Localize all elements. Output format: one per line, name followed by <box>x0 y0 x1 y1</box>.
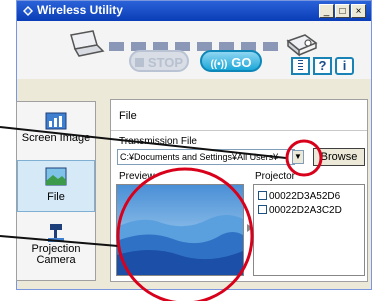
file-panel: File Transmission File C:¥Documents and … <box>110 99 368 282</box>
list-item[interactable]: 00022D2A3C2D <box>258 205 342 216</box>
laptop-icon <box>70 30 105 57</box>
sidebar-item-screen-image[interactable]: Screen Image <box>17 112 95 144</box>
window-title: Wireless Utility <box>37 3 123 17</box>
panel-icon <box>298 60 303 71</box>
sidebar-item-label: Projection Camera <box>31 243 81 266</box>
maximize-button[interactable]: □ <box>335 4 350 18</box>
projector-icon <box>286 34 318 57</box>
projector-list: 00022D3A52D6 00022D2A3C2D <box>253 184 365 276</box>
minimize-button[interactable]: _ <box>319 4 334 18</box>
help-button[interactable]: ? <box>313 57 332 75</box>
transmission-file-label: Transmission File <box>119 136 197 147</box>
close-button[interactable]: × <box>351 4 366 18</box>
stop-icon <box>134 58 144 67</box>
projector-label: Projector <box>255 171 296 182</box>
antenna-icon: ((•)) <box>210 59 228 70</box>
chevron-down-icon: ▼ <box>294 152 302 161</box>
stop-button[interactable]: STOP <box>129 50 189 72</box>
connection-segment <box>263 42 278 51</box>
sidebar-item-file[interactable]: File <box>17 160 95 212</box>
go-label: GO <box>231 55 252 70</box>
preview-label: Preview <box>119 171 155 182</box>
panel-toggle-button[interactable] <box>291 57 310 75</box>
preview-image <box>117 185 243 275</box>
screen-image-icon <box>45 112 67 130</box>
path-dropdown-button[interactable]: ▼ <box>292 150 304 164</box>
info-button[interactable]: i <box>335 57 354 75</box>
sidebar-item-label: Screen Image <box>21 132 91 144</box>
projection-camera-icon <box>48 224 64 242</box>
connection-segment <box>109 42 124 51</box>
browse-button[interactable]: Browse <box>313 148 365 166</box>
checkbox[interactable] <box>258 205 267 214</box>
sidebar: Screen Image File Projection Camera <box>16 101 96 281</box>
list-item[interactable]: 00022D3A52D6 <box>258 191 340 202</box>
projector-id: 00022D3A52D6 <box>269 191 341 202</box>
transmission-file-field[interactable]: C:¥Documents and Settings¥All Users¥ <box>117 149 295 165</box>
divider <box>111 130 367 131</box>
projector-id: 00022D2A3C2D <box>269 205 342 216</box>
stop-label: STOP <box>147 55 184 70</box>
go-button[interactable]: ((•)) GO <box>200 50 262 72</box>
sidebar-item-projection-camera[interactable]: Projection Camera <box>17 222 95 266</box>
wireless-app-icon <box>23 6 33 16</box>
file-image-icon <box>45 167 67 186</box>
title-bar[interactable]: Wireless Utility _ □ × <box>17 1 371 21</box>
checkbox[interactable] <box>258 191 267 200</box>
preview-pane <box>116 184 244 276</box>
sidebar-item-label: File <box>47 191 65 203</box>
section-title: File <box>119 110 137 122</box>
